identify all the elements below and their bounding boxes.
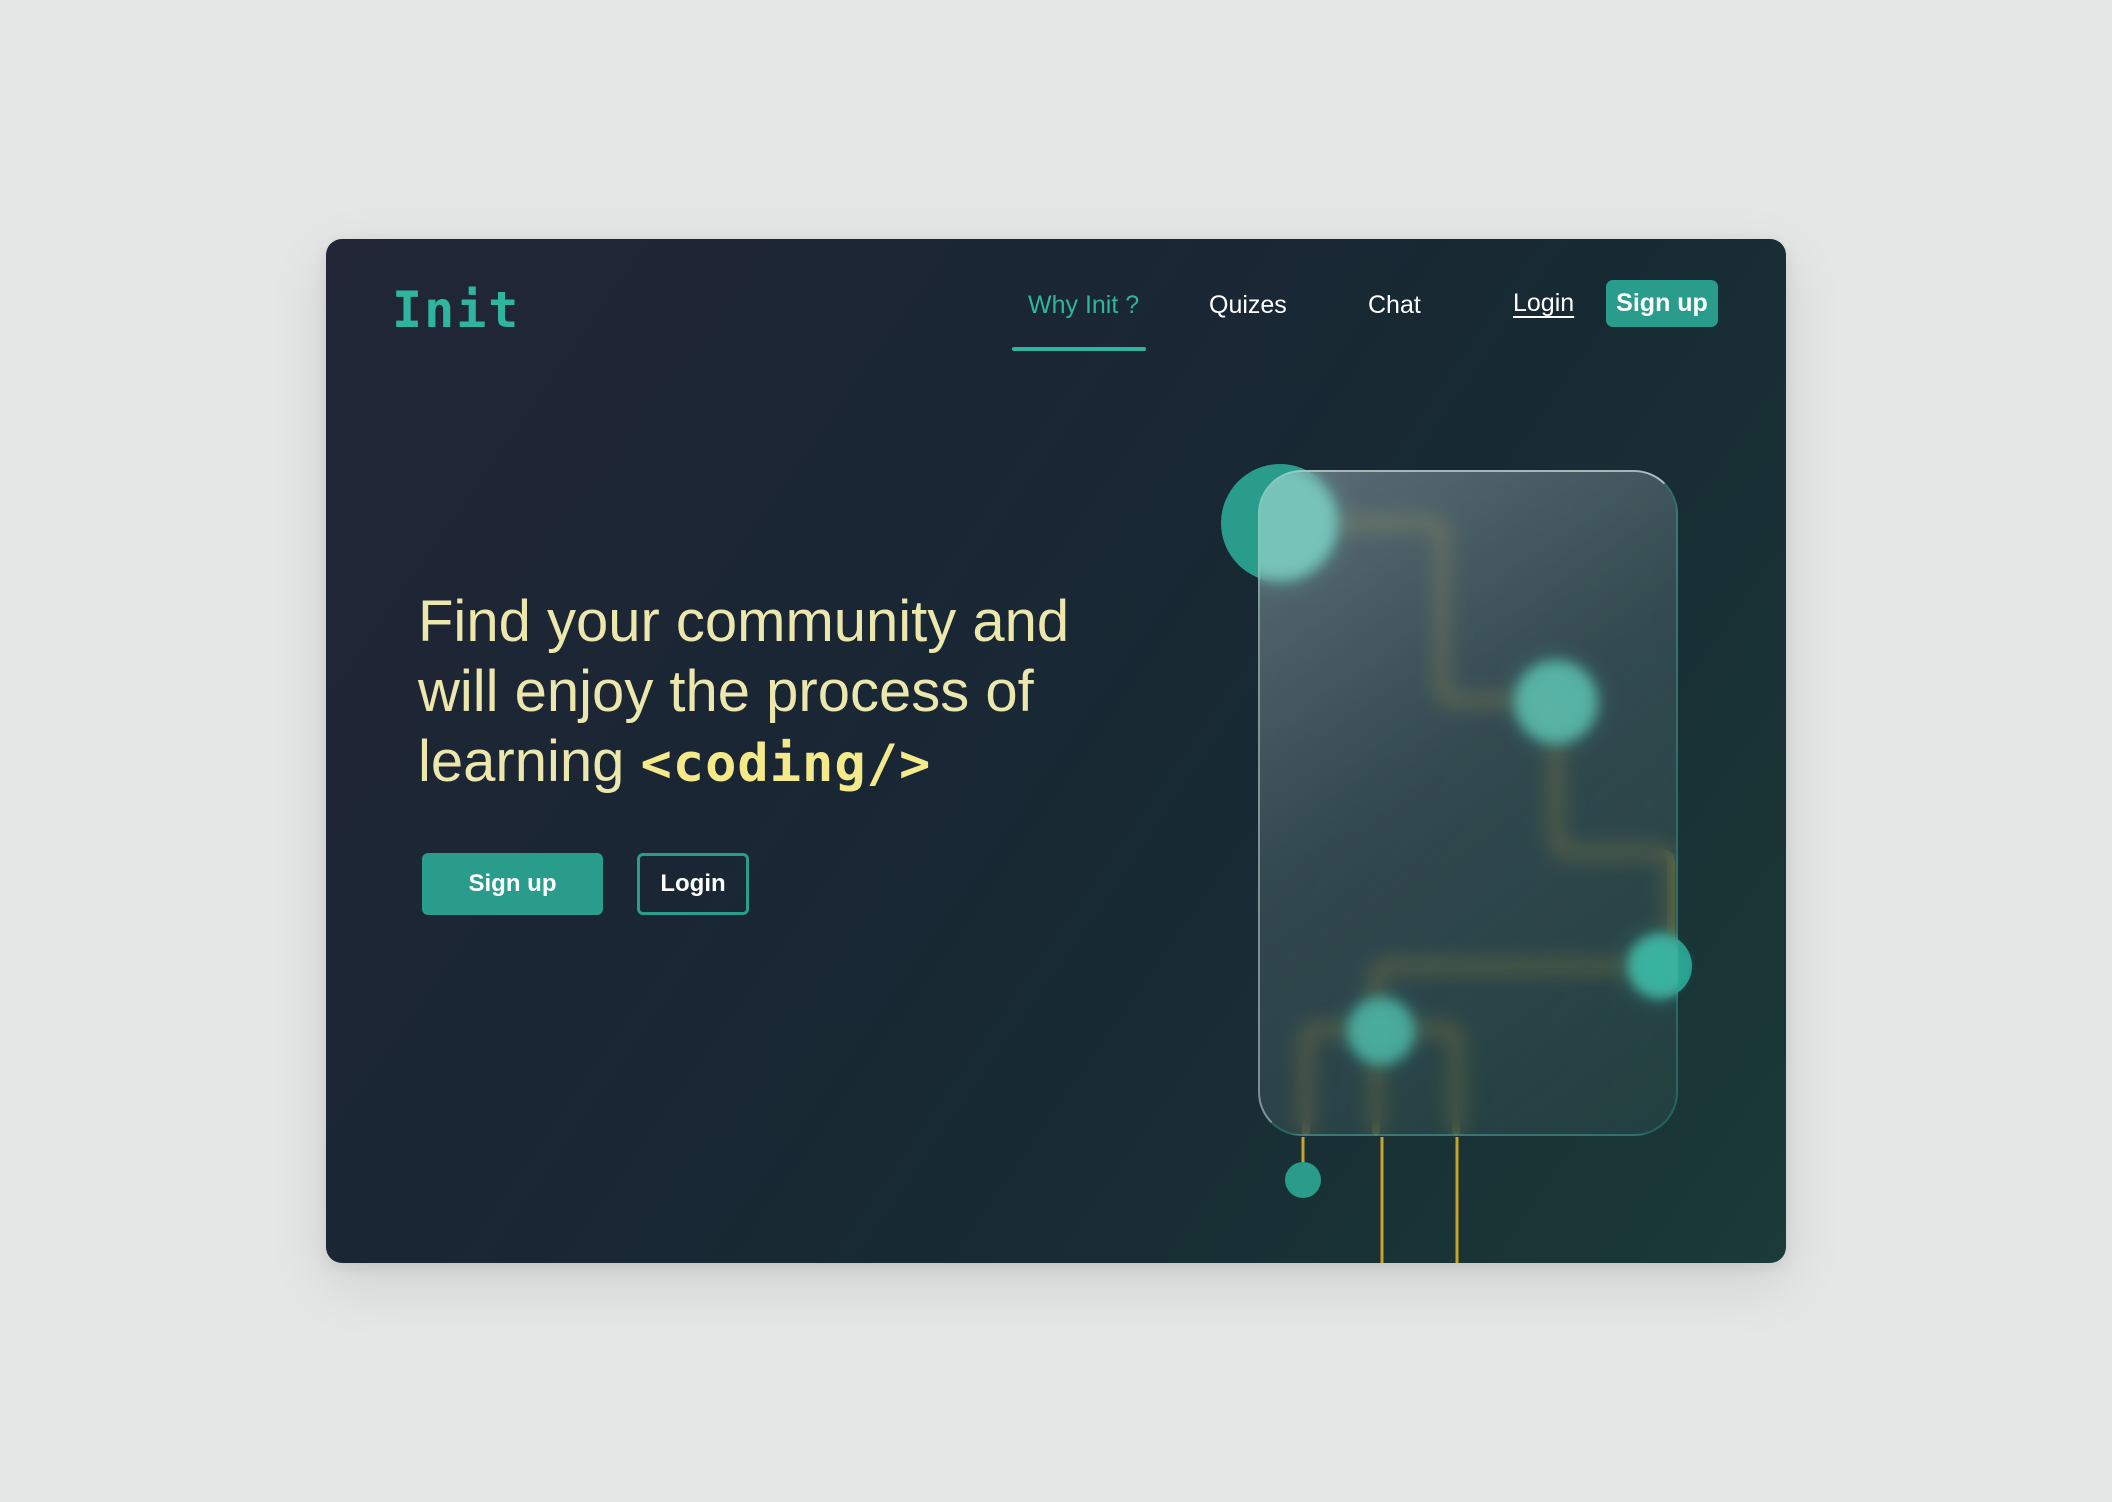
headline-line-2: will enjoy the process of [418,659,1034,724]
node-bottom-small [1285,1162,1321,1198]
nav-login-link[interactable]: Login [1513,289,1574,318]
circuit-lines-exposed [1301,1137,1459,1263]
hero-headline: Find your community and will enjoy the p… [418,587,1178,799]
glass-card [1258,470,1678,1136]
nav-why-init[interactable]: Why Init ? [1028,291,1139,320]
nav-signup-button[interactable]: Sign up [1606,280,1718,327]
nav-quizes[interactable]: Quizes [1209,291,1287,320]
hero-login-button[interactable]: Login [637,853,749,915]
landing-card: Init Why Init ? Quizes Chat Login Sign u… [326,239,1786,1263]
hero-signup-button[interactable]: Sign up [422,853,603,915]
init-logo[interactable]: Init [392,281,520,339]
code-word: <coding/> [640,734,932,794]
headline-line-1: Find your community and [418,589,1070,654]
nav-active-underline [1012,347,1146,351]
nav-chat[interactable]: Chat [1368,291,1421,320]
headline-line-3: learning [418,729,625,794]
